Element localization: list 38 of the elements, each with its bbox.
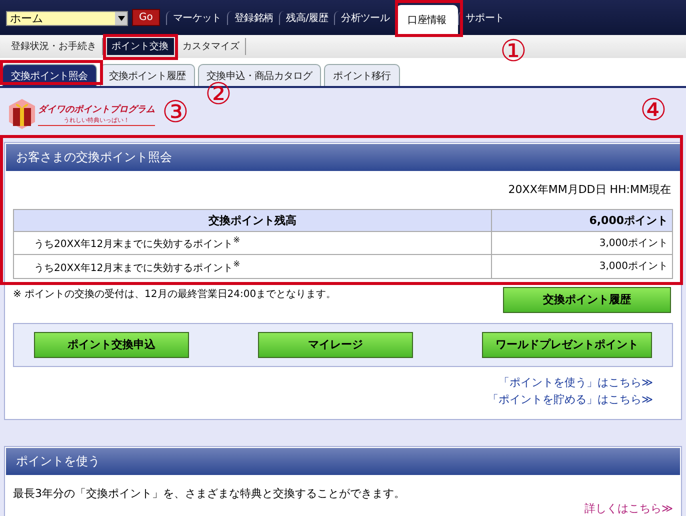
- timestamp: 20XX年MM月DD日 HH:MM現在: [507, 182, 672, 198]
- action-button[interactable]: ポイント交換申込: [34, 332, 189, 358]
- table-header: 交換ポイント残高: [14, 210, 492, 232]
- callout-number: ①: [500, 37, 527, 67]
- table-cell: 3,000ポイント: [491, 232, 672, 255]
- go-button[interactable]: Go: [132, 9, 160, 26]
- callout-number: ④: [640, 96, 667, 126]
- subnav-link[interactable]: ポイント交換: [106, 38, 174, 55]
- subnav-link[interactable]: 登録状況・お手続き: [6, 38, 102, 55]
- table-cell: うち20XX年12月末までに失効するポイント$^{※}$: [14, 254, 492, 278]
- tab[interactable]: 交換ポイント履歴: [100, 64, 195, 86]
- nav-tab[interactable]: 登録銘柄: [227, 11, 280, 25]
- panel-title: お客さまの交換ポイント照会: [5, 143, 681, 172]
- caret-icon[interactable]: [115, 12, 127, 25]
- page-select[interactable]: ホーム: [6, 11, 128, 26]
- action-button[interactable]: マイレージ: [258, 332, 413, 358]
- gift-box-icon: [8, 98, 36, 130]
- callout-number: ③: [162, 98, 189, 128]
- logo-title: ダイワのポイントプログラム: [38, 103, 155, 116]
- table-cell: うち20XX年12月末までに失効するポイント$^{※}$: [14, 232, 492, 255]
- table-cell: 3,000ポイント: [491, 254, 672, 278]
- history-button[interactable]: 交換ポイント履歴: [503, 286, 671, 313]
- nav-tab[interactable]: マーケット: [166, 11, 228, 25]
- panel-title: ポイントを使う: [5, 446, 681, 476]
- highlight-frame: [395, 0, 463, 37]
- tab[interactable]: ポイント移行: [324, 64, 400, 86]
- nav-tab[interactable]: 分析ツール: [334, 11, 396, 25]
- action-button[interactable]: ワールドプレゼントポイント: [482, 332, 652, 358]
- details-link[interactable]: 詳しくはこちら≫: [584, 500, 673, 516]
- link[interactable]: 「ポイントを使う」はこちら≫: [498, 374, 653, 390]
- description-text: 最長3年分の「交換ポイント」を、さまざまな特典と交換することができます。: [13, 486, 406, 501]
- table-header: 6,000ポイント: [491, 210, 672, 232]
- nav-tab[interactable]: 口座情報: [396, 5, 458, 35]
- link[interactable]: 「ポイントを貯める」はこちら≫: [487, 392, 653, 407]
- subnav-link[interactable]: カスタマイズ: [178, 38, 246, 55]
- nav-tab[interactable]: 残高/履歴: [279, 11, 334, 25]
- nav-tab[interactable]: サポート: [458, 11, 510, 25]
- note-text: ※ ポイントの交換の受付は、12月の最終営業日24:00までとなります。: [13, 288, 336, 301]
